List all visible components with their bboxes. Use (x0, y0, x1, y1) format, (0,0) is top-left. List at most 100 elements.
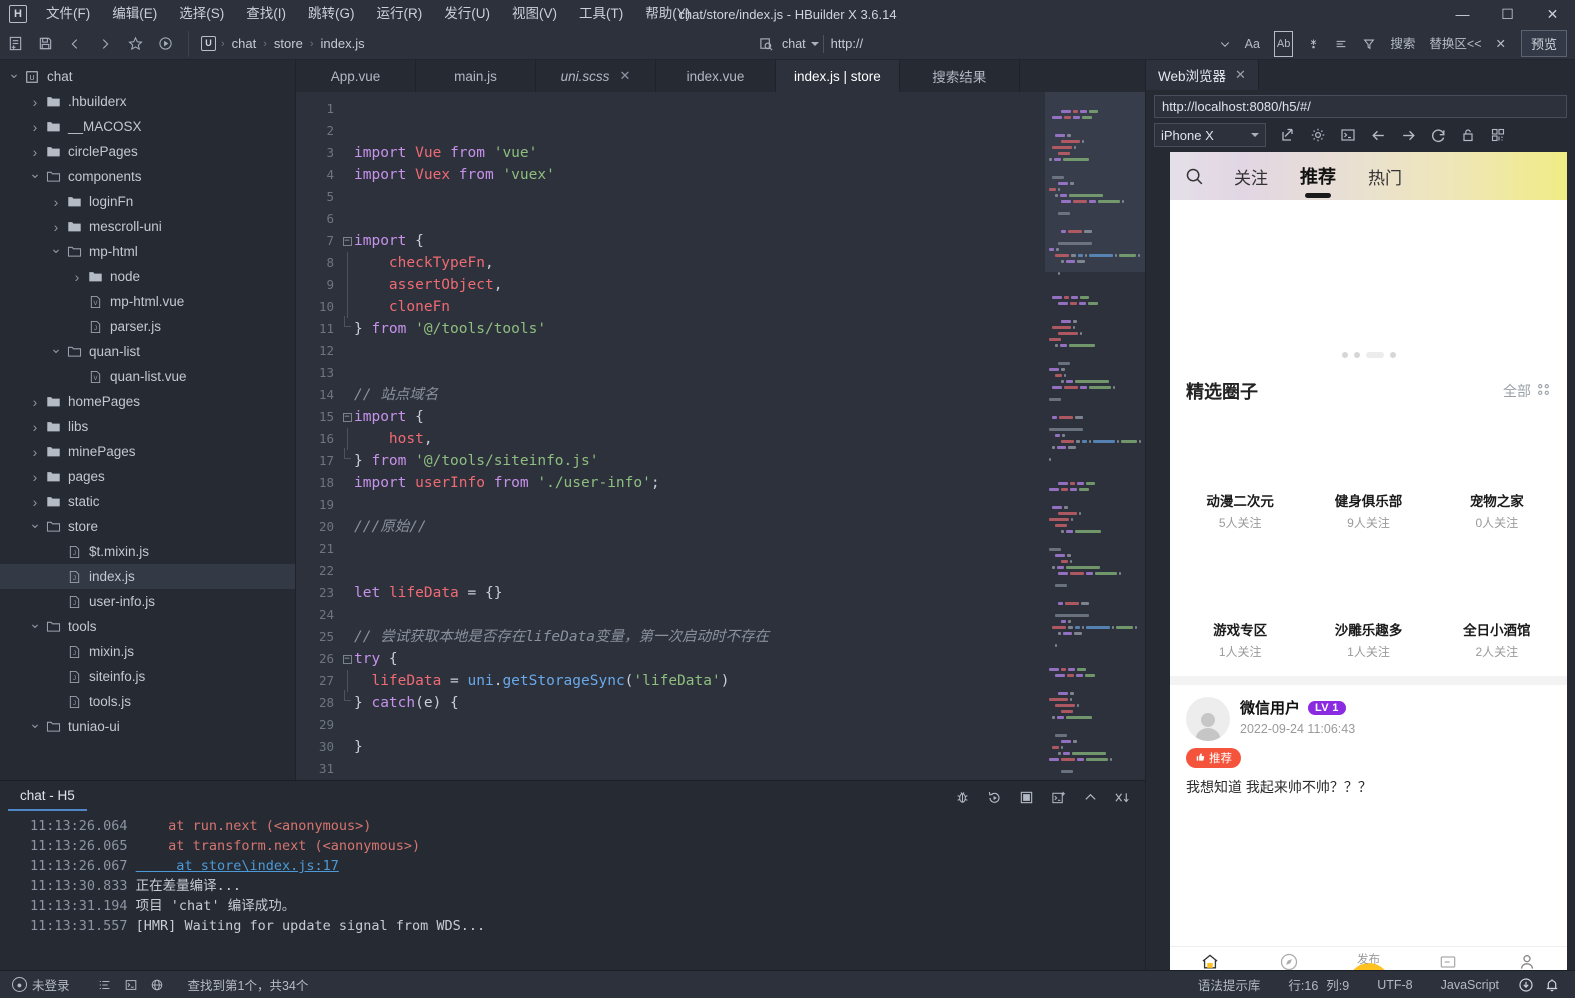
menu-item-0[interactable]: 文件(F) (35, 0, 101, 28)
code-line[interactable] (354, 186, 1045, 208)
chevron-right-icon[interactable] (69, 269, 85, 285)
device-select[interactable]: iPhone X (1154, 123, 1266, 147)
new-terminal-icon[interactable] (1043, 785, 1073, 809)
stop-icon[interactable] (1011, 785, 1041, 809)
search-input[interactable]: http:// (822, 35, 1163, 53)
search-icon[interactable] (1184, 166, 1218, 187)
preview-topbar-tab-2[interactable]: 热门 (1352, 164, 1418, 189)
tree-item-user-info-js[interactable]: Juser-info.js (0, 589, 295, 614)
console-output[interactable]: 11:13:26.064 at run.next (<anonymous>) 11… (0, 813, 1145, 970)
console-tab[interactable]: chat - H5 (8, 784, 87, 811)
code-line[interactable]: import userInfo from './user-info'; (354, 472, 1045, 494)
menu-item-8[interactable]: 工具(T) (568, 0, 634, 28)
tree-item-mescroll-uni[interactable]: mescroll-uni (0, 214, 295, 239)
tree-item-chat[interactable]: Uchat (0, 64, 295, 89)
unlock-icon[interactable] (1454, 123, 1482, 147)
menu-item-6[interactable]: 发行(U) (433, 0, 501, 28)
qrcode-icon[interactable] (1484, 123, 1512, 147)
chevron-down-icon[interactable] (48, 343, 64, 360)
regex-icon[interactable] (1300, 32, 1327, 56)
close-icon[interactable]: ✕ (1235, 67, 1246, 83)
search-button[interactable]: 搜索 (1383, 32, 1422, 56)
minimize-button[interactable]: — (1440, 0, 1485, 28)
carousel-dot-active[interactable] (1365, 352, 1384, 358)
code-line[interactable]: import { (354, 230, 1045, 252)
chevron-down-icon[interactable] (27, 168, 43, 185)
close-icon[interactable]: ✕ (619, 68, 630, 84)
navigate-back-icon[interactable] (60, 31, 90, 57)
code-line[interactable] (354, 714, 1045, 736)
settings-icon[interactable] (1304, 123, 1332, 147)
tree-item-node[interactable]: node (0, 264, 295, 289)
code-line[interactable]: import Vuex from 'vuex' (354, 164, 1045, 186)
restart-icon[interactable] (979, 785, 1009, 809)
tree-item--macosx[interactable]: __MACOSX (0, 114, 295, 139)
tree-item--t-mixin-js[interactable]: J $t.mixin.js (0, 539, 295, 564)
section-more-button[interactable]: 全部 (1503, 381, 1551, 401)
code-line[interactable]: } from '@/tools/tools' (354, 318, 1045, 340)
chevron-right-icon[interactable] (27, 444, 43, 460)
chevron-right-icon[interactable] (48, 194, 64, 210)
close-search-icon[interactable]: ✕ (1489, 32, 1513, 56)
browser-url-input[interactable]: http://localhost:8080/h5/#/ (1154, 95, 1567, 118)
tree-item-siteinfo-js[interactable]: Jsiteinfo.js (0, 664, 295, 689)
tree-item-tools-js[interactable]: Jtools.js (0, 689, 295, 714)
forward-icon[interactable] (1394, 123, 1422, 147)
editor-tab-3[interactable]: index.vue (656, 60, 776, 92)
preview-topbar-tab-1[interactable]: 推荐 (1284, 163, 1352, 189)
circle-card[interactable]: 宠物之家 0人关注 (1433, 410, 1561, 537)
menu-item-7[interactable]: 视图(V) (501, 0, 568, 28)
code-line[interactable]: } catch(e) { (354, 692, 1045, 714)
chevron-down-icon[interactable] (27, 618, 43, 635)
editor-tab-4[interactable]: index.js | store (776, 60, 900, 92)
avatar[interactable] (1186, 697, 1230, 741)
whole-word-icon[interactable]: Ab (1267, 30, 1300, 57)
editor-tab-1[interactable]: main.js (416, 60, 536, 92)
chevron-right-icon[interactable] (27, 119, 43, 135)
replace-panel-button[interactable]: 替换区<< (1422, 32, 1488, 56)
collapse-icon[interactable] (1075, 785, 1105, 809)
tree-item-static[interactable]: static (0, 489, 295, 514)
login-status[interactable]: ● 未登录 (12, 975, 92, 994)
circle-card[interactable]: 全日小酒馆 2人关注 (1433, 539, 1561, 666)
mobile-preview[interactable]: 关注 推荐 热门 精选圈子 全部 动漫二次元 5人关注 健身俱乐部 9人关注 宠… (1170, 152, 1567, 998)
match-case-icon[interactable]: Aa (1238, 32, 1267, 56)
chevron-down-icon[interactable] (6, 68, 22, 85)
chevron-right-icon[interactable] (48, 219, 64, 235)
save-icon[interactable] (30, 31, 60, 57)
menu-item-3[interactable]: 查找(I) (235, 0, 297, 28)
code-line[interactable] (354, 758, 1045, 780)
menu-item-2[interactable]: 选择(S) (168, 0, 235, 28)
chevron-right-icon[interactable] (27, 469, 43, 485)
globe-icon[interactable] (144, 974, 170, 996)
tree-item-minepages[interactable]: minePages (0, 439, 295, 464)
chevron-right-icon[interactable] (27, 94, 43, 110)
code-line[interactable] (354, 98, 1045, 120)
outline-icon[interactable] (92, 974, 118, 996)
new-file-icon[interactable] (0, 31, 30, 57)
code-line[interactable]: import Vue from 'vue' (354, 142, 1045, 164)
menu-item-1[interactable]: 编辑(E) (101, 0, 168, 28)
breadcrumb-item-folder[interactable]: store (272, 36, 305, 51)
fold-toggle-icon[interactable]: − (340, 648, 354, 670)
tree-item-homepages[interactable]: homePages (0, 389, 295, 414)
code-line[interactable]: cloneFn (354, 296, 1045, 318)
menu-item-5[interactable]: 运行(R) (366, 0, 434, 28)
chevron-down-icon[interactable] (48, 243, 64, 260)
code-line[interactable]: assertObject, (354, 274, 1045, 296)
tree-item-mp-html-vue[interactable]: Vmp-html.vue (0, 289, 295, 314)
code-line[interactable] (354, 604, 1045, 626)
cursor-line[interactable]: 行:16 (1274, 975, 1322, 994)
console-link[interactable]: at store\index.js:17 (136, 858, 339, 874)
code-line[interactable] (354, 560, 1045, 582)
preview-button[interactable]: 预览 (1520, 30, 1567, 57)
terminal-icon[interactable] (118, 974, 144, 996)
code-line[interactable] (354, 538, 1045, 560)
search-scope-label[interactable]: chat (777, 37, 811, 51)
code-line[interactable]: let lifeData = {} (354, 582, 1045, 604)
code-line[interactable]: } from '@/tools/siteinfo.js' (354, 450, 1045, 472)
fold-toggle-icon[interactable]: − (340, 230, 354, 252)
circle-card[interactable]: 沙雕乐趣多 1人关注 (1304, 539, 1432, 666)
code-line[interactable]: lifeData = uni.getStorageSync('lifeData'… (354, 670, 1045, 692)
run-icon[interactable] (150, 31, 180, 57)
